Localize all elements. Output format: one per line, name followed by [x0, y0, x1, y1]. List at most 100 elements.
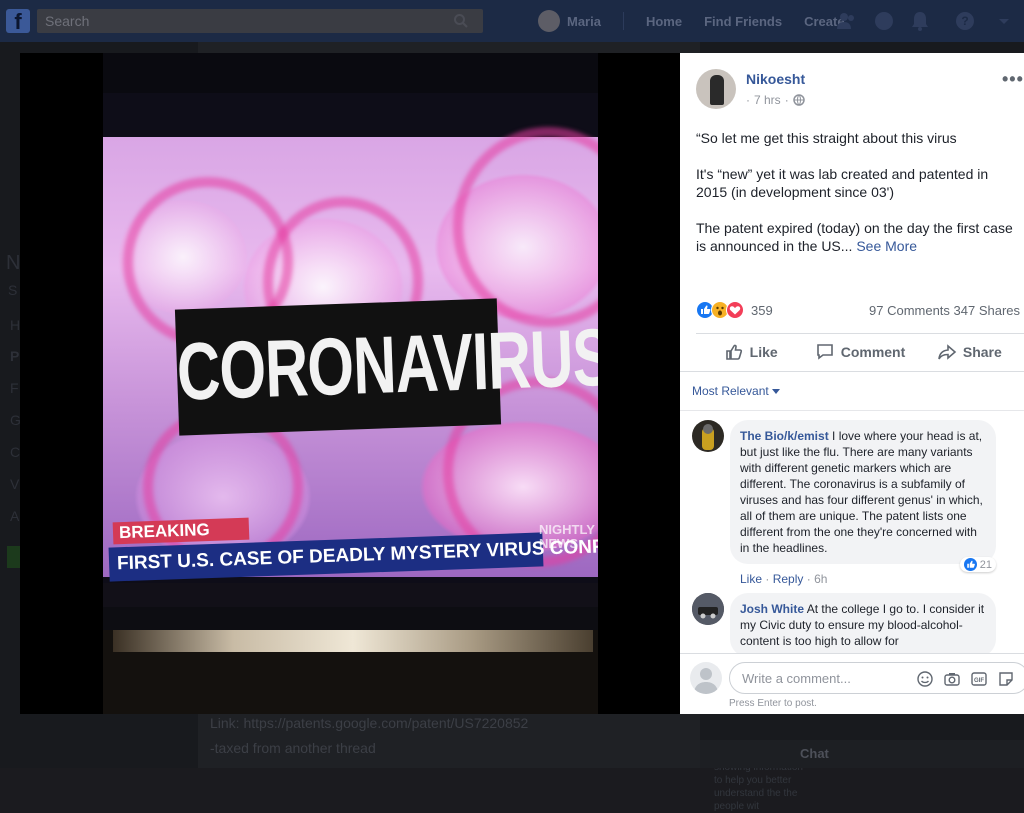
- room-dark-band: [103, 583, 598, 607]
- chat-label[interactable]: Chat: [800, 746, 829, 761]
- sort-label: Most Relevant: [692, 384, 769, 398]
- friend-requests-icon[interactable]: [836, 10, 858, 32]
- nav-find-friends[interactable]: Find Friends: [704, 14, 782, 29]
- bg-letter: F: [10, 380, 19, 396]
- network-logo: NIGHTLY NEWS: [539, 523, 595, 551]
- comment-like-count: 21: [979, 558, 992, 571]
- bg-patent-link: Link: https://patents.google.com/patent/…: [210, 715, 529, 731]
- commenter-name[interactable]: The Bio/k/emist: [740, 429, 829, 443]
- facebook-logo-icon[interactable]: f: [6, 9, 30, 34]
- comment-input[interactable]: [730, 663, 924, 693]
- post-time[interactable]: 7 hrs: [754, 93, 781, 107]
- comments-divider: [680, 410, 1024, 411]
- sticker-icon[interactable]: [997, 670, 1015, 688]
- post-paragraph: The patent expired (today) on the day th…: [696, 220, 1013, 254]
- like-button-label: Like: [749, 344, 778, 360]
- comment-text: I love where your head is at, but just l…: [740, 429, 983, 555]
- comment-actions: Like · Reply · 6h: [740, 572, 827, 586]
- comment-time[interactable]: 6h: [814, 572, 827, 586]
- share-button[interactable]: Share: [915, 337, 1024, 367]
- shares-count[interactable]: 347 Shares: [954, 303, 1021, 318]
- post-paragraph-last: The patent expired (today) on the day th…: [696, 219, 1022, 255]
- account-menu-icon[interactable]: [993, 10, 1015, 32]
- post-meta: · 7 hrs ·: [746, 93, 805, 107]
- network-line-1: NIGHTLY: [539, 522, 595, 537]
- messenger-icon[interactable]: [873, 10, 895, 32]
- virus-background-image: CORONAVIRUS BREAKING NEWS FIRST U.S. CAS…: [103, 127, 598, 582]
- top-navigation-bar: f Maria Home Find Friends Create ?: [0, 0, 1024, 42]
- meta-dot: ·: [784, 93, 789, 107]
- nav-user-name[interactable]: Maria: [567, 14, 601, 29]
- thumbs-up-icon: [725, 344, 742, 360]
- comment-reply-link[interactable]: Reply: [773, 572, 804, 586]
- share-button-label: Share: [962, 344, 1002, 360]
- bg-letter: A: [10, 508, 20, 524]
- help-icon[interactable]: ?: [954, 10, 976, 32]
- search-icon[interactable]: [453, 13, 469, 29]
- comment-icon: [816, 344, 833, 360]
- post-sidebar: Nikoesht · 7 hrs · ••• “So let me get th…: [680, 53, 1024, 714]
- meta-dot: ·: [746, 93, 750, 107]
- post-paragraph: It's “new” yet it was lab created and pa…: [696, 166, 989, 200]
- headline-text: CORONAVIRUS: [175, 311, 598, 418]
- separator-dot: ·: [765, 572, 770, 586]
- default-avatar-icon: [694, 668, 718, 694]
- commenter-avatar[interactable]: [692, 593, 724, 625]
- search-input[interactable]: [37, 9, 453, 33]
- see-more-link[interactable]: See More: [856, 238, 917, 254]
- avatar-figure: [710, 75, 724, 105]
- nav-home[interactable]: Home: [646, 14, 682, 29]
- photo-viewer: CORONAVIRUS BREAKING NEWS FIRST U.S. CAS…: [20, 53, 680, 714]
- top-nav-links: Maria Home Find Friends Create: [538, 10, 867, 32]
- actions-top-divider: [696, 333, 1024, 334]
- comment-bubble: The Bio/k/emist I love where your head i…: [730, 420, 996, 564]
- bg-letter: H: [10, 317, 21, 333]
- post-actions: Like Comment Share: [696, 337, 1024, 367]
- search-box[interactable]: [37, 9, 483, 33]
- car-photo-icon: [692, 593, 724, 625]
- emoji-icon[interactable]: [916, 670, 934, 688]
- room-light-strip: [113, 630, 593, 652]
- svg-text:?: ?: [961, 14, 968, 28]
- post-photo[interactable]: CORONAVIRUS BREAKING NEWS FIRST U.S. CAS…: [103, 53, 598, 714]
- like-button[interactable]: Like: [696, 337, 805, 367]
- bg-letter: S: [8, 282, 18, 298]
- commenter-name[interactable]: Josh White: [740, 602, 804, 616]
- notifications-icon[interactable]: [909, 10, 931, 32]
- comment-button[interactable]: Comment: [805, 337, 914, 367]
- nav-divider: [622, 12, 624, 30]
- comment-like-badge[interactable]: 21: [959, 557, 996, 572]
- author-avatar[interactable]: [696, 69, 736, 109]
- user-avatar[interactable]: [538, 10, 560, 32]
- love-reaction-icon: [726, 301, 744, 319]
- comment-bubble: Josh White At the college I go to. I con…: [730, 593, 996, 657]
- network-line-2: NEWS: [539, 536, 578, 551]
- camera-icon[interactable]: [943, 670, 961, 688]
- reaction-count[interactable]: 359: [751, 303, 773, 318]
- bg-letter: C: [10, 444, 21, 460]
- like-reaction-icon: [963, 558, 977, 571]
- room-floor: [103, 630, 598, 714]
- svg-text:GIF: GIF: [974, 678, 984, 684]
- globe-icon[interactable]: [792, 94, 805, 106]
- actions-bottom-divider: [680, 371, 1024, 372]
- current-user-avatar: [690, 662, 722, 694]
- comment-input-box[interactable]: GIF: [729, 662, 1024, 694]
- engagement-counts: 97 Comments 347 Shares: [869, 303, 1020, 318]
- composer-icons: GIF: [916, 670, 1015, 688]
- tv-screen: CORONAVIRUS BREAKING NEWS FIRST U.S. CAS…: [103, 93, 598, 583]
- author-name[interactable]: Nikoesht: [746, 71, 805, 87]
- comments-count[interactable]: 97 Comments: [869, 303, 950, 318]
- comment-composer: GIF Press Enter to post.: [680, 653, 1024, 714]
- comment-like-link[interactable]: Like: [740, 572, 762, 586]
- chat-bar[interactable]: Chat: [700, 740, 1024, 768]
- gif-icon[interactable]: GIF: [970, 670, 988, 688]
- reactions-summary[interactable]: 359: [696, 301, 773, 319]
- comment-sort-dropdown[interactable]: Most Relevant: [692, 384, 781, 398]
- room-dark-band: [103, 607, 598, 631]
- more-options-icon[interactable]: •••: [1002, 69, 1024, 90]
- bg-thread-text: -taxed from another thread: [210, 740, 376, 756]
- post-paragraph: “So let me get this straight about this …: [696, 130, 957, 146]
- commenter-avatar[interactable]: [692, 420, 724, 452]
- bg-letter: P: [10, 348, 20, 364]
